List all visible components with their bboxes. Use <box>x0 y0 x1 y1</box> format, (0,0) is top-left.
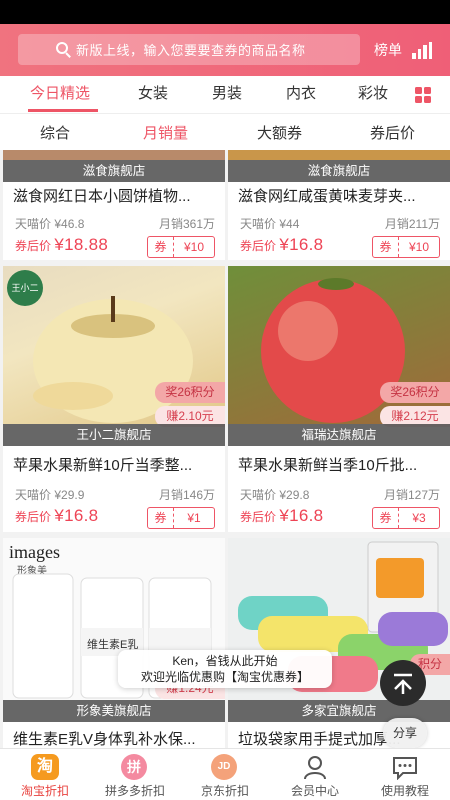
tmall-price: 天喵价 ¥44 <box>240 217 300 231</box>
shop-name: 滋食旗舰店 <box>228 160 450 182</box>
reward-points-badge: 奖26积分 <box>155 382 225 403</box>
monthly-sales: 月销146万 <box>158 488 215 502</box>
product-image <box>3 150 225 160</box>
coupon-badge[interactable]: 券 ¥10 <box>372 236 440 258</box>
welcome-toast: Ken，省钱从此开始 欢迎光临优惠购【淘宝优惠券】 <box>118 650 332 688</box>
rank-button[interactable]: 榜单 <box>374 40 432 60</box>
sort-after-coupon-price[interactable]: 券后价 <box>370 122 415 143</box>
reward-points-badge: 奖26积分 <box>380 382 450 403</box>
monthly-sales: 月销127万 <box>383 488 440 502</box>
nav-label: 京东折扣 <box>200 784 249 798</box>
status-bar <box>0 0 450 24</box>
monthly-sales: 月销361万 <box>158 217 215 231</box>
after-coupon-price: 券后价 ¥16.8 <box>240 506 324 525</box>
shop-name: 福瑞达旗舰店 <box>228 424 450 446</box>
tmall-price: 天喵价 ¥29.8 <box>240 488 310 502</box>
search-input[interactable]: 新版上线，输入您要要查券的商品名称 <box>18 34 360 65</box>
product-card[interactable]: 滋食旗舰店 滋食网红日本小圆饼植物... 天喵价 ¥46.8 月销361万 券后… <box>3 150 225 260</box>
tab-today-picks[interactable]: 今日精选 <box>30 82 90 103</box>
arrow-up-icon <box>394 673 412 694</box>
bar-chart-icon <box>412 41 432 59</box>
after-coupon-price: 券后价 ¥16.8 <box>240 235 324 254</box>
user-icon <box>301 754 329 780</box>
tab-mens[interactable]: 男装 <box>212 82 242 103</box>
tab-womens[interactable]: 女装 <box>138 82 168 103</box>
tab-makeup[interactable]: 彩妆 <box>358 82 388 103</box>
tmall-price: 天喵价 ¥29.9 <box>15 488 85 502</box>
active-tab-indicator <box>28 109 98 112</box>
nav-taobao[interactable]: 淘 淘宝折扣 <box>0 749 90 800</box>
product-card[interactable]: 积分 多家宜旗舰店 垃圾袋家用手提式加厚... <box>228 538 450 748</box>
product-card[interactable]: 滋食旗舰店 滋食网红咸蛋黄味麦芽夹... 天喵价 ¥44 月销211万 券后价 … <box>228 150 450 260</box>
nav-tutorial[interactable]: 使用教程 <box>360 749 450 800</box>
nav-label: 会员中心 <box>290 784 339 798</box>
product-card[interactable]: images 形象美 维生素E乳 赚1.24元 形象美旗舰店 维生素E乳V身体乳… <box>3 538 225 748</box>
nav-member-center[interactable]: 会员中心 <box>270 749 360 800</box>
shop-name: 王小二旗舰店 <box>3 424 225 446</box>
coupon-badge[interactable]: 券 ¥3 <box>372 507 440 529</box>
coupon-badge[interactable]: 券 ¥1 <box>147 507 215 529</box>
shop-name: 滋食旗舰店 <box>3 160 225 182</box>
bottom-nav: 淘 淘宝折扣 拼 拼多多折扣 JD 京东折扣 会员中心 使用教程 <box>0 748 450 800</box>
nav-label: 淘宝折扣 <box>20 784 69 798</box>
monthly-sales: 月销211万 <box>384 217 440 231</box>
product-title: 滋食网红日本小圆饼植物... <box>13 188 191 205</box>
message-icon <box>391 754 419 781</box>
product-title: 苹果水果新鲜10斤当季整... <box>13 457 193 474</box>
share-button[interactable]: 分享 <box>383 718 427 748</box>
product-card[interactable]: 奖26积分 赚2.12元 福瑞达旗舰店 苹果水果新鲜当季10斤批... 天喵价 … <box>228 266 450 532</box>
nav-pinduoduo[interactable]: 拼 拼多多折扣 <box>90 749 180 800</box>
product-image <box>228 150 450 160</box>
after-coupon-price: 券后价 ¥16.8 <box>15 506 99 525</box>
nav-label: 使用教程 <box>380 784 429 798</box>
product-title: 苹果水果新鲜当季10斤批... <box>238 457 418 474</box>
sort-monthly-sales[interactable]: 月销量 <box>143 122 188 143</box>
category-tabs: 今日精选 女装 男装 内衣 彩妆 <box>0 76 450 114</box>
shop-name: 形象美旗舰店 <box>3 700 225 722</box>
toast-line-1: Ken，省钱从此开始 <box>172 654 278 668</box>
search-icon <box>56 42 71 58</box>
sort-comprehensive[interactable]: 综合 <box>40 122 70 143</box>
nav-jd[interactable]: JD 京东折扣 <box>180 749 270 800</box>
taobao-icon: 淘 <box>31 754 59 780</box>
toast-line-2: 欢迎光临优惠购【淘宝优惠券】 <box>140 670 309 684</box>
tmall-price: 天喵价 ¥46.8 <box>15 217 85 231</box>
jd-icon: JD <box>211 754 239 780</box>
sort-tabs: 综合 月销量 大额券 券后价 <box>0 114 450 150</box>
sort-big-coupon[interactable]: 大额券 <box>257 122 302 143</box>
brand-logo: 王小二 <box>7 270 43 306</box>
after-coupon-price: 券后价 ¥18.88 <box>15 235 109 254</box>
search-header: 新版上线，输入您要要查券的商品名称 榜单 <box>0 24 450 76</box>
product-card[interactable]: 王小二 奖26积分 赚2.10元 王小二旗舰店 苹果水果新鲜10斤当季整... … <box>3 266 225 532</box>
rank-label: 榜单 <box>374 42 402 58</box>
coupon-badge[interactable]: 券 ¥10 <box>147 236 215 258</box>
pinduoduo-icon: 拼 <box>121 754 149 780</box>
product-title: 滋食网红咸蛋黄味麦芽夹... <box>238 188 416 205</box>
nav-label: 拼多多折扣 <box>104 784 165 798</box>
grid-menu-icon[interactable] <box>415 87 431 103</box>
product-title: 维生素E乳V身体乳补水保... <box>13 731 196 748</box>
search-placeholder: 新版上线，输入您要要查券的商品名称 <box>76 43 306 58</box>
back-to-top-button[interactable] <box>380 660 426 706</box>
tab-underwear[interactable]: 内衣 <box>286 82 316 103</box>
